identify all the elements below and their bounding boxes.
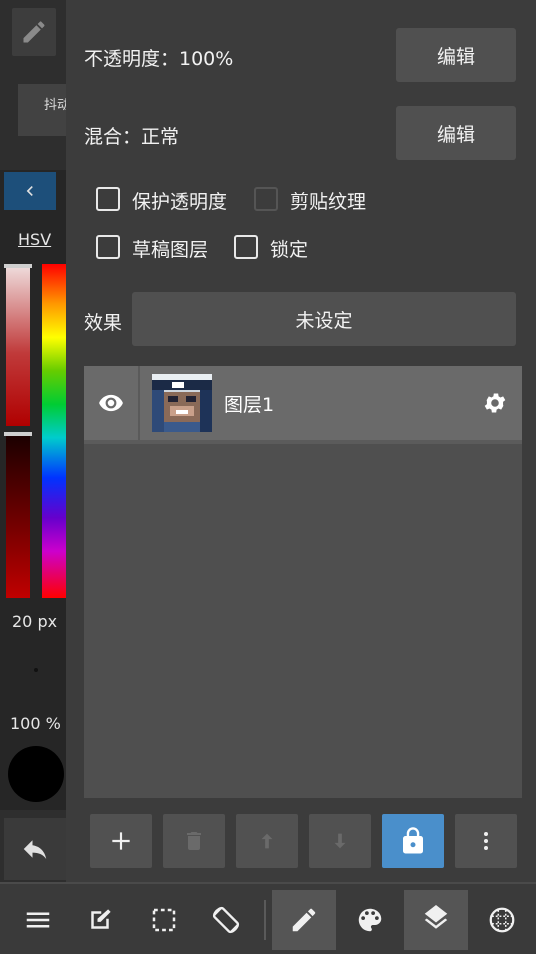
move-layer-down-button[interactable]	[309, 814, 371, 868]
add-layer-button[interactable]	[90, 814, 152, 868]
edit-square-icon	[91, 909, 111, 929]
pen-tool-button[interactable]	[12, 8, 56, 56]
opacity-label: 不透明度：100%	[84, 48, 234, 70]
lock-layer-button[interactable]	[382, 814, 444, 868]
pen-tool-tab[interactable]	[272, 890, 336, 950]
move-layer-up-button[interactable]	[236, 814, 298, 868]
value-slider[interactable]	[6, 434, 30, 598]
value-thumb[interactable]	[4, 432, 32, 436]
menu-button[interactable]	[6, 890, 70, 950]
toolbar-divider	[264, 900, 266, 940]
arrow-up-icon	[261, 833, 273, 849]
brush-chip[interactable]: 抖动	[18, 84, 68, 136]
selection-button[interactable]	[132, 890, 196, 950]
hue-slider[interactable]	[42, 264, 66, 598]
clipping-label: 剪贴纹理	[290, 191, 367, 213]
protect-alpha-label[interactable]: 保护透明度	[132, 187, 227, 214]
layer-settings-button[interactable]	[482, 390, 508, 420]
edit-blend-button[interactable]: 编辑	[396, 106, 516, 160]
pencil-icon	[292, 908, 316, 932]
layer-row-divider	[84, 440, 522, 444]
plus-icon	[112, 832, 130, 850]
left-tool-column: 抖动 HSV 20 px 100 %	[0, 0, 68, 882]
more-vert-icon	[484, 832, 488, 850]
brush-chip-label: 抖动	[44, 98, 68, 113]
more-options-button[interactable]	[455, 814, 517, 868]
layer-thumbnail	[152, 374, 212, 432]
arrow-down-icon	[334, 833, 346, 849]
eye-icon	[99, 394, 123, 412]
layer-panel: 不透明度：100% 编辑 混合：正常 编辑 保护透明度 剪贴纹理 草稿图层 锁定…	[66, 0, 536, 882]
delete-layer-button[interactable]	[163, 814, 225, 868]
brush-size-preview	[34, 668, 38, 672]
rotate-canvas-button[interactable]	[194, 890, 258, 950]
effect-label: 效果	[84, 312, 123, 334]
grid-circle-icon	[489, 907, 515, 933]
screen-rotation-icon	[212, 906, 240, 934]
layers-tab[interactable]	[404, 890, 468, 950]
clipping-checkbox	[254, 187, 278, 211]
blend-mode-label: 混合：正常	[84, 126, 180, 148]
saturation-slider[interactable]	[6, 264, 30, 426]
hamburger-menu-icon	[26, 912, 50, 928]
bottom-toolbar	[0, 882, 536, 954]
protect-alpha-checkbox[interactable]	[96, 187, 120, 211]
trash-icon	[187, 832, 201, 850]
collapse-color-panel-button[interactable]	[4, 172, 56, 210]
lock-checkbox[interactable]	[234, 235, 258, 259]
layer-name[interactable]: 图层1	[224, 390, 274, 417]
undo-icon	[23, 840, 47, 859]
palette-icon	[358, 908, 382, 932]
pencil-icon	[23, 21, 45, 43]
draft-layer-label[interactable]: 草稿图层	[132, 235, 208, 262]
layers-icon	[424, 905, 448, 929]
brush-size-label[interactable]: 20 px	[12, 612, 57, 631]
edit-opacity-button[interactable]: 编辑	[396, 28, 516, 82]
color-mode-label[interactable]: HSV	[18, 230, 51, 249]
layer-list[interactable]: 图层1	[84, 366, 522, 798]
current-color-swatch[interactable]	[8, 746, 64, 802]
grid-button[interactable]	[470, 890, 534, 950]
saturation-thumb[interactable]	[4, 264, 32, 268]
gear-icon	[484, 393, 506, 413]
dashed-selection-icon	[152, 908, 176, 932]
undo-button[interactable]	[4, 818, 66, 880]
layer-row[interactable]: 图层1	[84, 366, 522, 444]
effect-button[interactable]: 未设定	[132, 292, 516, 346]
lock-icon	[403, 827, 423, 854]
draft-layer-checkbox[interactable]	[96, 235, 120, 259]
palette-button[interactable]	[338, 890, 402, 950]
chevron-left-icon	[26, 186, 33, 196]
brush-opacity-label[interactable]: 100 %	[10, 714, 61, 733]
lock-label[interactable]: 锁定	[270, 235, 308, 262]
layer-visibility-toggle[interactable]	[84, 366, 140, 440]
edit-button[interactable]	[68, 890, 132, 950]
